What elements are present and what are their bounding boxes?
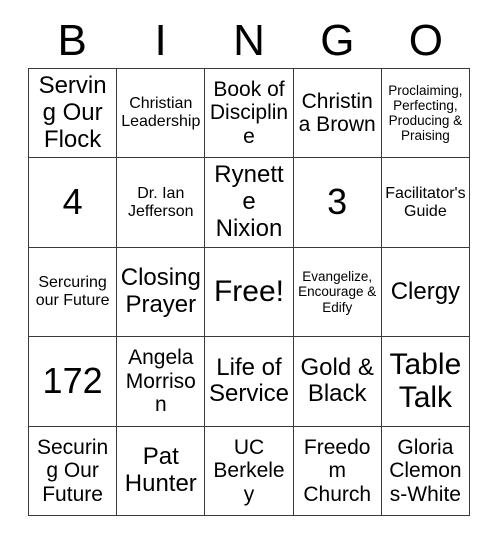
bingo-cell-text: Rynette Nixion (214, 161, 284, 243)
bingo-card: B I N G O Serving Our Flock Christian Le… (0, 0, 500, 544)
header-letter-o: O (408, 16, 443, 65)
bingo-cell-text: Serving Our Flock (38, 71, 107, 153)
bingo-cell[interactable]: 172 (29, 337, 118, 427)
bingo-cell[interactable]: Gloria Clemons-White (381, 426, 470, 516)
bingo-cell[interactable]: Table Talk (381, 337, 470, 427)
bingo-cell-text: 3 (327, 181, 348, 223)
bingo-cell-text: Table Talk (389, 347, 462, 415)
bingo-cell[interactable]: Rynette Nixion (205, 158, 294, 248)
bingo-cell[interactable]: Securing Our Future (29, 426, 118, 516)
bingo-cell[interactable]: Life of Service (205, 337, 294, 427)
bingo-cell-text: Freedom Church (303, 435, 372, 506)
bingo-cell[interactable]: 4 (29, 158, 118, 248)
header-letter-n: N (233, 16, 265, 65)
bingo-cell[interactable]: Christina Brown (293, 69, 382, 159)
bingo-cell[interactable]: Dr. Ian Jefferson (117, 158, 206, 248)
bingo-cell-text: Christina Brown (298, 89, 376, 137)
header-letter-i: I (154, 16, 167, 65)
bingo-cell-text: Closing Prayer (120, 264, 201, 318)
bingo-cell[interactable]: Clergy (381, 247, 470, 338)
bingo-cell-text: Pat Hunter (124, 442, 197, 497)
bingo-cell-text: Securing Our Future (36, 435, 109, 506)
bingo-cell-text: UC Berkeley (213, 435, 285, 506)
bingo-cell[interactable]: 3 (293, 158, 382, 248)
bingo-cell[interactable]: Freedom Church (293, 426, 382, 516)
bingo-cell[interactable]: Serving Our Flock (29, 69, 118, 159)
bingo-grid: Serving Our Flock Christian Leadership B… (28, 68, 470, 516)
bingo-cell[interactable]: Christian Leadership (117, 69, 206, 159)
bingo-header-row: B I N G O (28, 14, 470, 68)
bingo-cell-text: Dr. Ian Jefferson (128, 184, 194, 220)
bingo-cell[interactable]: Sercuring our Future (29, 247, 118, 338)
bingo-cell-text: Evangelize, Encourage & Edify (298, 269, 377, 315)
bingo-cell[interactable]: Pat Hunter (117, 426, 206, 516)
bingo-cell[interactable]: UC Berkeley (205, 426, 294, 516)
bingo-cell-text: Gold & Black (300, 353, 374, 408)
bingo-cell[interactable]: Evangelize, Encourage & Edify (293, 247, 382, 338)
bingo-cell-text: Sercuring our Future (35, 274, 110, 309)
header-letter-g: G (320, 16, 355, 65)
bingo-cell-text: Free! (213, 275, 284, 309)
bingo-cell[interactable]: Closing Prayer (117, 247, 206, 338)
bingo-cell-text: Life of Service (208, 353, 289, 408)
bingo-cell[interactable]: Book of Discipline (205, 69, 294, 159)
bingo-cell-text: Clergy (390, 277, 461, 305)
bingo-cell-text: 172 (42, 360, 103, 402)
bingo-cell-text: Christian Leadership (121, 95, 201, 131)
bingo-cell-free[interactable]: Free! (205, 247, 294, 338)
bingo-cell-text: Gloria Clemons-White (389, 435, 462, 506)
bingo-cell-text: Book of Discipline (209, 77, 289, 148)
bingo-cell[interactable]: Angela Morrison (117, 337, 206, 427)
header-letter-b: B (57, 16, 87, 65)
bingo-cell-text: Proclaiming, Perfecting, Producing & Pra… (388, 82, 463, 144)
bingo-cell-text: Angela Morrison (125, 346, 196, 417)
bingo-cell[interactable]: Proclaiming, Perfecting, Producing & Pra… (381, 69, 470, 159)
bingo-cell-text: 4 (62, 181, 83, 223)
bingo-cell[interactable]: Facilitator's Guide (381, 158, 470, 248)
bingo-cell[interactable]: Gold & Black (293, 337, 382, 427)
bingo-cell-text: Facilitator's Guide (385, 184, 466, 220)
